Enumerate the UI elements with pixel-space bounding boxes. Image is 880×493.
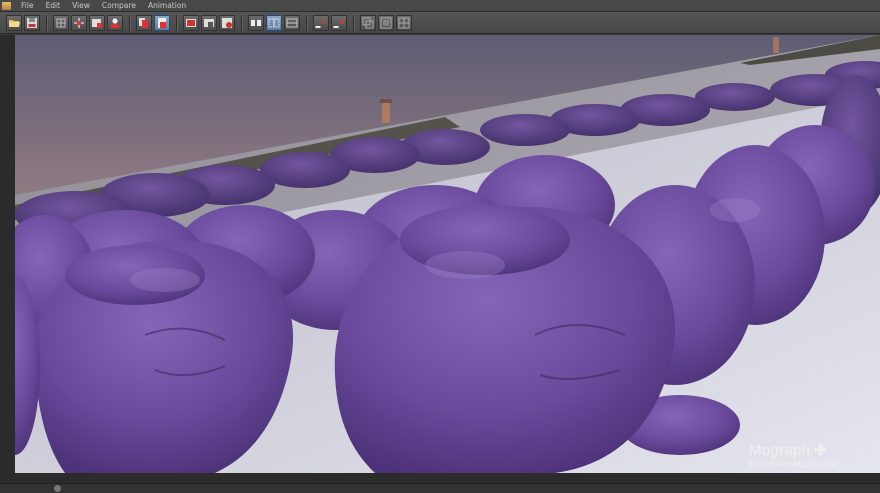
render-region-button[interactable] — [89, 14, 105, 31]
open-file-button[interactable] — [6, 14, 22, 31]
set-a-icon: A — [315, 18, 327, 28]
toolbar-separator — [353, 14, 355, 31]
status-indicator-icon — [54, 485, 61, 492]
set-a-label: A — [322, 18, 327, 26]
menu-animation[interactable]: Animation — [142, 0, 192, 11]
toolbar-separator — [46, 14, 48, 31]
target-button[interactable] — [71, 14, 87, 31]
toolbar-separator — [176, 14, 178, 31]
copy-button[interactable] — [136, 14, 152, 31]
render-region-icon — [92, 18, 102, 28]
layers-icon — [362, 17, 374, 28]
gear-icon — [222, 17, 232, 28]
split-horizontal-icon — [286, 18, 298, 27]
snapshot-button[interactable] — [183, 14, 199, 31]
paste-button[interactable] — [154, 14, 170, 31]
set-b-label: B — [340, 18, 345, 26]
render-image[interactable]: Mograph ✚ MOGRAPHPLUS.COM — [15, 35, 880, 473]
settings-button[interactable] — [396, 14, 412, 31]
app-icon — [2, 1, 11, 10]
rendered-scene — [15, 35, 880, 473]
toolbar-separator — [306, 14, 308, 31]
render-viewer: Mograph ✚ MOGRAPHPLUS.COM — [0, 35, 880, 483]
settings-icon — [398, 17, 410, 28]
toolbar: A B — [0, 12, 880, 34]
menu-file[interactable]: File — [15, 0, 40, 11]
toolbar-separator — [241, 14, 243, 31]
copy-icon — [139, 17, 148, 28]
ab-compare-icon — [251, 19, 261, 26]
menu-edit[interactable]: Edit — [40, 0, 67, 11]
gear-button[interactable] — [219, 14, 235, 31]
ab-compare-button[interactable] — [248, 14, 264, 31]
set-a-button[interactable]: A — [313, 14, 329, 31]
menu-view[interactable]: View — [66, 0, 96, 11]
split-button[interactable] — [266, 14, 282, 31]
grid-button[interactable] — [53, 14, 69, 31]
paste-icon — [158, 17, 166, 28]
filter-button[interactable] — [378, 14, 394, 31]
snapshot-icon — [186, 18, 196, 27]
target-icon — [74, 17, 84, 28]
grid-icon — [56, 18, 66, 27]
folder-icon — [204, 18, 214, 27]
save-file-icon — [27, 17, 37, 28]
folder-button[interactable] — [201, 14, 217, 31]
menu-bar: File Edit View Compare Animation — [0, 0, 880, 12]
layers-button[interactable] — [360, 14, 376, 31]
set-b-icon: B — [333, 18, 345, 28]
user-icon — [110, 17, 120, 28]
filter-icon — [380, 17, 392, 28]
user-button[interactable] — [107, 14, 123, 31]
menu-compare[interactable]: Compare — [96, 0, 142, 11]
toolbar-separator — [129, 14, 131, 31]
split-icon — [268, 18, 280, 27]
split-horizontal-button[interactable] — [284, 14, 300, 31]
open-file-icon — [9, 19, 20, 27]
set-b-button[interactable]: B — [331, 14, 347, 31]
save-file-button[interactable] — [24, 14, 40, 31]
